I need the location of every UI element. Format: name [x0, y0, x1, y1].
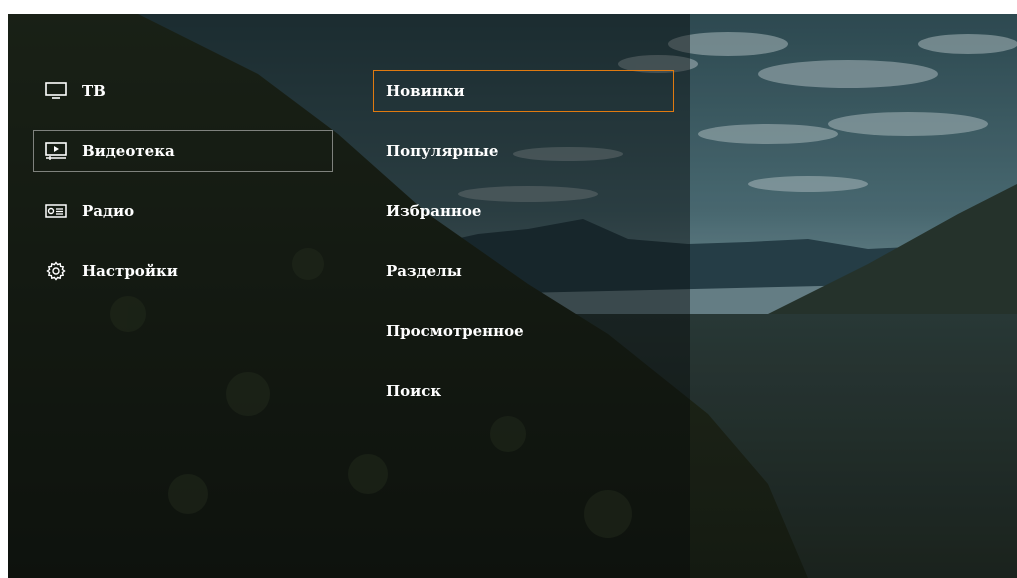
nav-item-radio[interactable]: Радио: [33, 190, 333, 232]
preview-overlay: [690, 14, 1017, 578]
nav-item-label: ТВ: [82, 82, 106, 100]
submenu-item-popular[interactable]: Популярные: [373, 130, 674, 172]
nav-item-video-library[interactable]: Видеотека: [33, 130, 333, 172]
nav-item-label: Видеотека: [82, 142, 175, 160]
nav-item-label: Радио: [82, 202, 135, 220]
submenu-item-search[interactable]: Поиск: [373, 370, 674, 412]
nav-item-settings[interactable]: Настройки: [33, 250, 333, 292]
nav-item-tv[interactable]: ТВ: [33, 70, 333, 112]
video-library-icon: [36, 139, 76, 163]
submenu-item-new[interactable]: Новинки: [373, 70, 674, 112]
nav-item-label: Настройки: [82, 262, 178, 280]
submenu-item-watched[interactable]: Просмотренное: [373, 310, 674, 352]
submenu-item-sections[interactable]: Разделы: [373, 250, 674, 292]
screen: ТВ Видеотека Радио Настройки Новинки Поп…: [0, 0, 1017, 578]
gear-icon: [36, 259, 76, 283]
tv-icon: [36, 79, 76, 103]
tv-frame: ТВ Видеотека Радио Настройки Новинки Поп…: [8, 14, 1017, 578]
radio-icon: [36, 199, 76, 223]
submenu-item-favorites[interactable]: Избранное: [373, 190, 674, 232]
